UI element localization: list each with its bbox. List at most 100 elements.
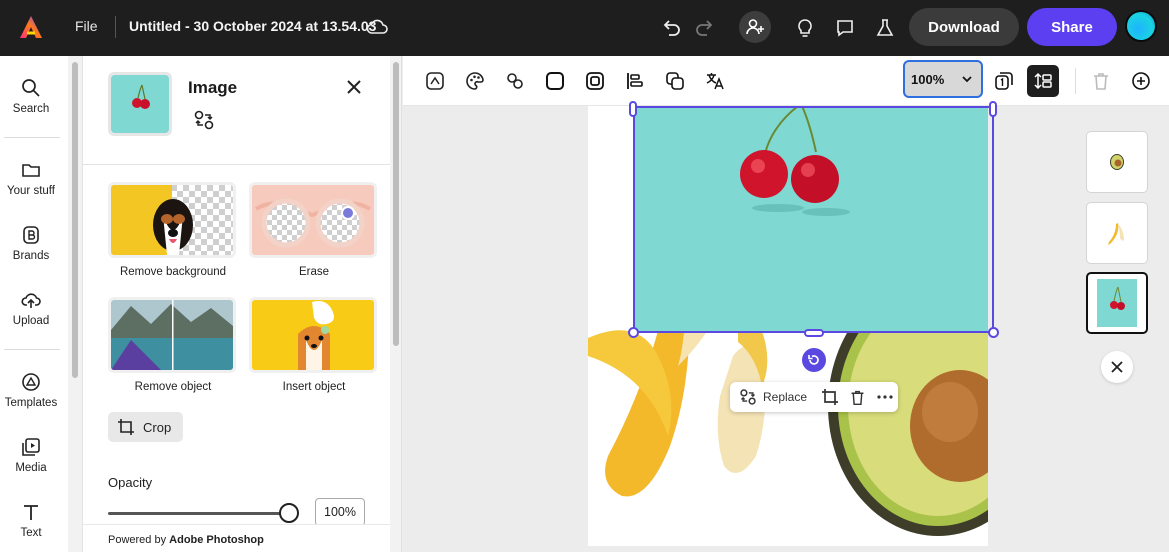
replace-image-icon[interactable]: [193, 109, 215, 136]
powered-prefix: Powered by: [108, 534, 170, 546]
rail-item-text[interactable]: Text: [0, 502, 62, 539]
banana-icon: [1108, 223, 1124, 245]
rail-item-templates[interactable]: Templates: [0, 372, 62, 409]
zoom-select[interactable]: 100%: [903, 60, 983, 98]
divider: [4, 349, 60, 350]
text-icon: [24, 505, 38, 520]
document-title[interactable]: Untitled - 30 October 2024 at 13.54.03: [129, 18, 376, 34]
reorder-pages-icon[interactable]: [1027, 65, 1059, 97]
divider: [4, 137, 60, 138]
adobe-express-logo[interactable]: [18, 14, 44, 40]
media-icon: [22, 438, 40, 456]
animate-icon[interactable]: [424, 70, 446, 92]
shape-mask-icon[interactable]: [544, 70, 566, 92]
erase-preview: [252, 185, 374, 255]
crop-icon[interactable]: [821, 388, 839, 406]
insert-object-preview: [252, 300, 374, 370]
rail-label: Templates: [4, 397, 58, 409]
divider: [83, 164, 391, 165]
remove-background-card[interactable]: [108, 182, 236, 258]
add-page-icon[interactable]: [1130, 70, 1152, 92]
file-menu[interactable]: File: [75, 18, 98, 34]
rail-scrollbar-thumb[interactable]: [72, 62, 78, 378]
rail-label: Upload: [12, 315, 50, 327]
image-properties-panel: Image Remove background Erase Remove obj…: [82, 56, 391, 552]
crop-icon: [118, 419, 134, 435]
divider: [115, 16, 116, 38]
canvas-toolbar: 100%: [403, 56, 1169, 106]
close-pages-strip-icon[interactable]: [1101, 351, 1133, 383]
lightbulb-icon[interactable]: [791, 14, 819, 42]
translate-icon[interactable]: [704, 70, 726, 92]
resize-handle-top-right[interactable]: [989, 101, 997, 117]
replace-label: Replace: [763, 390, 808, 404]
remove-object-preview: [111, 300, 233, 370]
frame-icon[interactable]: [584, 70, 606, 92]
delete-page-icon[interactable]: [1090, 70, 1112, 92]
powered-brand: Adobe Photoshop: [169, 534, 264, 546]
page-thumbnail-active[interactable]: [1086, 272, 1148, 334]
templates-icon: [22, 373, 40, 391]
tool-label: Remove background: [119, 266, 227, 278]
rail-label: Your stuff: [7, 185, 55, 197]
rail-item-brands[interactable]: Brands: [0, 225, 62, 262]
image-thumbnail: [108, 72, 172, 136]
beaker-icon[interactable]: [871, 14, 899, 42]
arrange-layers-icon[interactable]: [664, 70, 686, 92]
tool-label: Insert object: [282, 381, 346, 393]
replace-button[interactable]: Replace: [739, 388, 807, 406]
rail-item-upload[interactable]: Upload: [0, 290, 62, 327]
redo-icon[interactable]: [691, 14, 719, 42]
upload-icon: [21, 293, 41, 308]
opacity-slider-handle[interactable]: [279, 503, 299, 523]
opacity-value-field[interactable]: 100%: [315, 498, 365, 526]
share-button[interactable]: Share: [1027, 8, 1117, 46]
page-thumbnail[interactable]: [1086, 202, 1148, 264]
page-thumbnail[interactable]: [1086, 131, 1148, 193]
replace-icon: [740, 389, 756, 405]
rail-item-search[interactable]: Search: [0, 78, 62, 115]
canvas-area[interactable]: [403, 106, 1169, 552]
panel-scrollbar-thumb[interactable]: [393, 62, 399, 346]
avatar[interactable]: [1125, 10, 1157, 42]
more-options-icon[interactable]: [876, 388, 894, 406]
download-button[interactable]: Download: [909, 8, 1019, 46]
undo-icon[interactable]: [657, 14, 685, 42]
remove-background-preview: [111, 185, 233, 255]
comment-icon[interactable]: [831, 14, 859, 42]
insert-object-card[interactable]: [249, 297, 377, 373]
page-count-icon[interactable]: [993, 70, 1015, 92]
delete-icon[interactable]: [849, 389, 866, 406]
design-page[interactable]: [588, 106, 988, 546]
rail-item-your-stuff[interactable]: Your stuff: [0, 160, 62, 197]
cherry-icon: [1097, 279, 1137, 327]
context-toolbar: Replace: [730, 382, 898, 412]
opacity-slider-track[interactable]: [108, 512, 288, 515]
resize-handle-bottom[interactable]: [804, 329, 824, 337]
color-palette-icon[interactable]: [464, 70, 486, 92]
crop-label: Crop: [143, 419, 172, 435]
close-icon[interactable]: [345, 78, 363, 101]
tool-label: Remove object: [134, 381, 212, 393]
cloud-sync-icon[interactable]: [366, 17, 388, 37]
top-bar: File Untitled - 30 October 2024 at 13.54…: [0, 0, 1169, 56]
zoom-value: 100%: [911, 71, 945, 87]
page-artwork: [588, 106, 988, 546]
crop-button[interactable]: Crop: [108, 412, 183, 442]
resize-handle-top-left[interactable]: [629, 101, 637, 117]
avocado-icon: [1110, 154, 1124, 170]
chevron-down-icon: [962, 76, 972, 83]
rail-item-media[interactable]: Media: [0, 437, 62, 474]
resize-handle-bottom-left[interactable]: [628, 327, 639, 338]
erase-card[interactable]: [249, 182, 377, 258]
invite-user-icon[interactable]: [739, 11, 771, 43]
effects-icon[interactable]: [504, 70, 526, 92]
divider: [1075, 68, 1076, 94]
panel-title: Image: [188, 78, 238, 97]
left-nav-rail: Search Your stuff Brands Upload Template…: [0, 56, 68, 552]
rotate-handle-icon[interactable]: [802, 348, 826, 372]
align-icon[interactable]: [624, 70, 646, 92]
remove-object-card[interactable]: [108, 297, 236, 373]
resize-handle-bottom-right[interactable]: [988, 327, 999, 338]
rail-label: Brands: [12, 250, 50, 262]
